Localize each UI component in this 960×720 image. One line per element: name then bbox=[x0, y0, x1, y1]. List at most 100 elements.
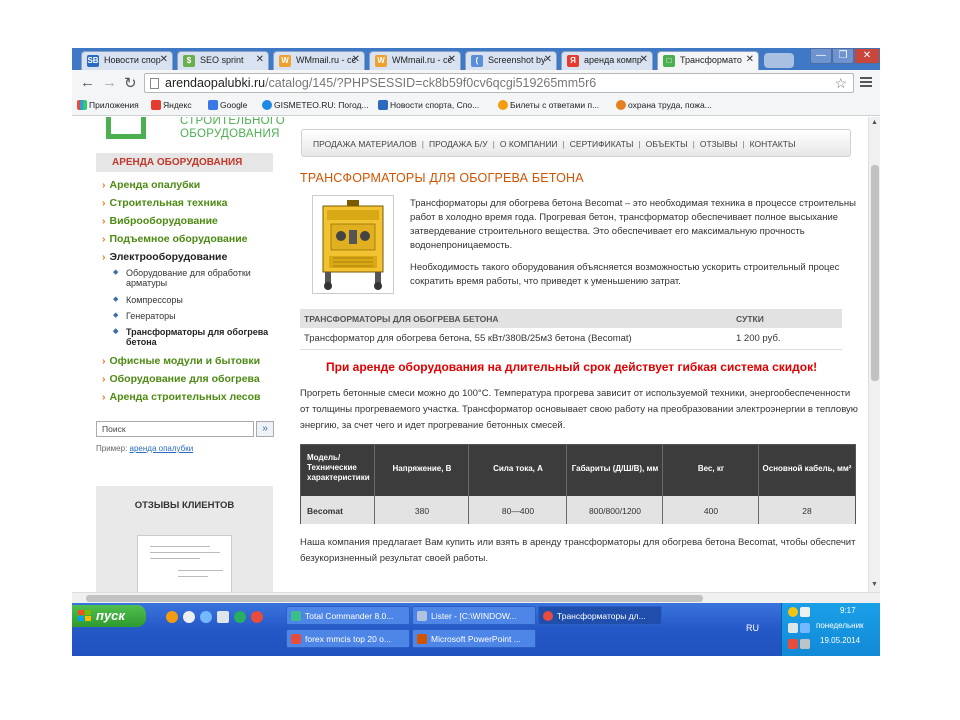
bookmark-yandex[interactable]: Яндекс bbox=[151, 100, 192, 110]
close-icon[interactable]: ✕ bbox=[746, 54, 754, 65]
task-total-commander[interactable]: Total Commander 8.0... bbox=[286, 606, 410, 625]
sidebar-item-office-modules[interactable]: › Офисные модули и бытовки bbox=[102, 355, 260, 367]
sidebar-subitem-transformers[interactable]: ◆ Трансформаторы для обогрева бетона bbox=[113, 327, 274, 347]
search-example-link[interactable]: аренда опалубки bbox=[130, 444, 194, 453]
tab-seo-sprint[interactable]: $ SEO sprint ✕ bbox=[177, 51, 269, 70]
language-indicator[interactable]: RU bbox=[746, 623, 759, 633]
menu-icon[interactable] bbox=[860, 77, 872, 87]
tab-label: Screenshot by bbox=[488, 55, 546, 65]
tray-icon[interactable] bbox=[800, 623, 810, 633]
need-line-2: сократить время работы, что приведет к у… bbox=[410, 276, 681, 287]
sidebar-item-vibration[interactable]: › Виброоборудование bbox=[102, 215, 218, 227]
tray-icon[interactable] bbox=[788, 607, 798, 617]
quicklaunch-icon[interactable] bbox=[200, 611, 212, 623]
minimize-icon[interactable]: — bbox=[810, 48, 832, 64]
yandex-browser-icon bbox=[291, 634, 301, 644]
search-input[interactable]: Поиск bbox=[96, 421, 254, 437]
sidebar-subitem-generators[interactable]: ◆ Генераторы bbox=[113, 311, 274, 321]
sidebar-subitem-rebar[interactable]: ◆ Оборудование для обработки арматуры bbox=[113, 268, 274, 288]
sidebar-item-electrical[interactable]: › Электрооборудование bbox=[102, 251, 227, 263]
sidebar-subitem-compressors[interactable]: ◆ Компрессоры bbox=[113, 295, 274, 305]
bookmark-star-icon[interactable]: ☆ bbox=[834, 75, 847, 92]
reload-icon[interactable]: ↻ bbox=[124, 74, 137, 92]
sidebar-item-lifting[interactable]: › Подъемное оборудование bbox=[102, 233, 248, 245]
forward-icon[interactable]: → bbox=[102, 74, 117, 91]
clock-time[interactable]: 9:17 bbox=[840, 606, 856, 615]
nav-objects[interactable]: ОБЪЕКТЫ bbox=[646, 139, 688, 149]
close-icon[interactable]: ✕ bbox=[160, 54, 168, 65]
nav-used-sale[interactable]: ПРОДАЖА Б/У bbox=[429, 139, 488, 149]
chrome-icon[interactable] bbox=[234, 611, 246, 623]
bookmark-gismeteo[interactable]: GISMETEO.RU: Погод... bbox=[262, 100, 369, 110]
nav-certificates[interactable]: СЕРТИФИКАТЫ bbox=[570, 139, 634, 149]
close-icon[interactable]: ✕ bbox=[352, 54, 360, 65]
scrollbar-thumb[interactable] bbox=[86, 595, 703, 602]
sidebar-item-formwork[interactable]: › Аренда опалубки bbox=[102, 179, 200, 191]
scrollbar-thumb[interactable] bbox=[871, 165, 879, 381]
site-logo[interactable] bbox=[106, 117, 146, 139]
sidebar-heading: АРЕНДА ОБОРУДОВАНИЯ bbox=[96, 153, 273, 172]
new-tab-button[interactable] bbox=[764, 53, 794, 68]
quicklaunch-icon[interactable] bbox=[166, 611, 178, 623]
nav-reviews[interactable]: ОТЗЫВЫ bbox=[700, 139, 738, 149]
close-icon[interactable]: ✕ bbox=[640, 54, 648, 65]
spec-weight: 400 bbox=[703, 506, 719, 516]
task-yandex[interactable]: forex mmcis top 20 o... bbox=[286, 629, 410, 648]
price-table: ТРАНСФОРМАТОРЫ ДЛЯ ОБОГРЕВА БЕТОНА СУТКИ… bbox=[300, 309, 842, 350]
nav-materials-sale[interactable]: ПРОДАЖА МАТЕРИАЛОВ bbox=[313, 139, 417, 149]
tab-sports-news[interactable]: SB Новости спор ✕ bbox=[81, 51, 173, 70]
network-icon[interactable] bbox=[788, 623, 798, 633]
site-icon: □ bbox=[663, 55, 675, 67]
review-document-thumbnail[interactable] bbox=[137, 535, 232, 592]
scroll-up-icon[interactable]: ▲ bbox=[871, 119, 878, 126]
vertical-scrollbar[interactable]: ▲ ▼ bbox=[868, 117, 880, 592]
sidebar-item-construction-machinery[interactable]: › Строительная техника bbox=[102, 197, 227, 209]
volume-icon[interactable] bbox=[800, 607, 810, 617]
close-icon[interactable]: ✕ bbox=[256, 54, 264, 65]
tray-icon[interactable] bbox=[788, 639, 798, 649]
search-button[interactable]: » bbox=[256, 421, 274, 437]
window-close-icon[interactable]: ✕ bbox=[854, 48, 880, 64]
tab-wmmail-1[interactable]: W WMmail.ru - сє ✕ bbox=[273, 51, 365, 70]
bookmark-safety[interactable]: охрана труда, пожа... bbox=[616, 100, 712, 110]
bookmark-google[interactable]: Google bbox=[208, 100, 247, 110]
sidebar-item-heating[interactable]: › Оборудование для обогрева bbox=[102, 373, 260, 385]
bookmark-sports[interactable]: Новости спорта, Спо... bbox=[378, 100, 479, 110]
tab-screenshot[interactable]: ( Screenshot by ✕ bbox=[465, 51, 557, 70]
task-chrome[interactable]: Трансформаторы дл... bbox=[538, 606, 662, 625]
reviews-title: ОТЗЫВЫ КЛИЕНТОВ bbox=[134, 500, 235, 511]
tab-label: WMmail.ru - сє bbox=[392, 55, 453, 65]
quicklaunch-icon[interactable] bbox=[217, 611, 229, 623]
scroll-down-icon[interactable]: ▼ bbox=[871, 581, 878, 588]
table-row[interactable]: Трансформатор для обогрева бетона, 55 кВ… bbox=[300, 328, 842, 350]
bookmark-apps[interactable]: Приложения bbox=[77, 100, 139, 110]
transformer-image[interactable] bbox=[312, 195, 394, 294]
nav-about[interactable]: О КОМПАНИИ bbox=[500, 139, 558, 149]
table-row[interactable]: Becomat 380 80—400 800/800/1200 400 28 bbox=[301, 496, 855, 524]
tab-transformers[interactable]: □ Трансформато ✕ bbox=[657, 51, 759, 70]
yandex-browser-icon[interactable] bbox=[251, 611, 263, 623]
divider bbox=[566, 445, 567, 524]
close-icon[interactable]: ✕ bbox=[448, 54, 456, 65]
quicklaunch-icon[interactable] bbox=[183, 611, 195, 623]
tray-icon[interactable] bbox=[800, 639, 810, 649]
spec-header-dimensions: Габариты (Д/Ш/В), мм bbox=[571, 464, 659, 473]
horizontal-scrollbar[interactable] bbox=[72, 592, 880, 603]
tab-yandex-search[interactable]: Я аренда компр ✕ bbox=[561, 51, 653, 70]
address-bar[interactable]: arendaopalubki.ru/catalog/145/?PHPSESSID… bbox=[144, 73, 854, 93]
tab-strip: SB Новости спор ✕ $ SEO sprint ✕ W WMmai… bbox=[72, 48, 880, 70]
bookmark-tickets[interactable]: Билеты с ответами п... bbox=[498, 100, 599, 110]
nav-contacts[interactable]: КОНТАКТЫ bbox=[750, 139, 796, 149]
heat-line-1: Прогреть бетонные смеси можно до 100°С. … bbox=[300, 388, 851, 399]
spec-header-current: Сила тока, А bbox=[493, 464, 543, 473]
task-powerpoint[interactable]: Microsoft PowerPoint ... bbox=[412, 629, 536, 648]
maximize-icon[interactable]: ❐ bbox=[832, 48, 854, 64]
top-navigation: ПРОДАЖА МАТЕРИАЛОВ | ПРОДАЖА Б/У | О КОМПАНИ… bbox=[301, 129, 851, 157]
price-header-name: ТРАНСФОРМАТОРЫ ДЛЯ ОБОГРЕВА БЕТОНА bbox=[304, 314, 499, 324]
task-lister[interactable]: Lister - [C:\WINDOW... bbox=[412, 606, 536, 625]
tab-wmmail-2[interactable]: W WMmail.ru - сє ✕ bbox=[369, 51, 461, 70]
sidebar-item-scaffolding[interactable]: › Аренда строительных лесов bbox=[102, 391, 260, 403]
start-button[interactable]: пуск bbox=[72, 605, 146, 627]
close-icon[interactable]: ✕ bbox=[544, 54, 552, 65]
back-icon[interactable]: ← bbox=[80, 74, 95, 91]
